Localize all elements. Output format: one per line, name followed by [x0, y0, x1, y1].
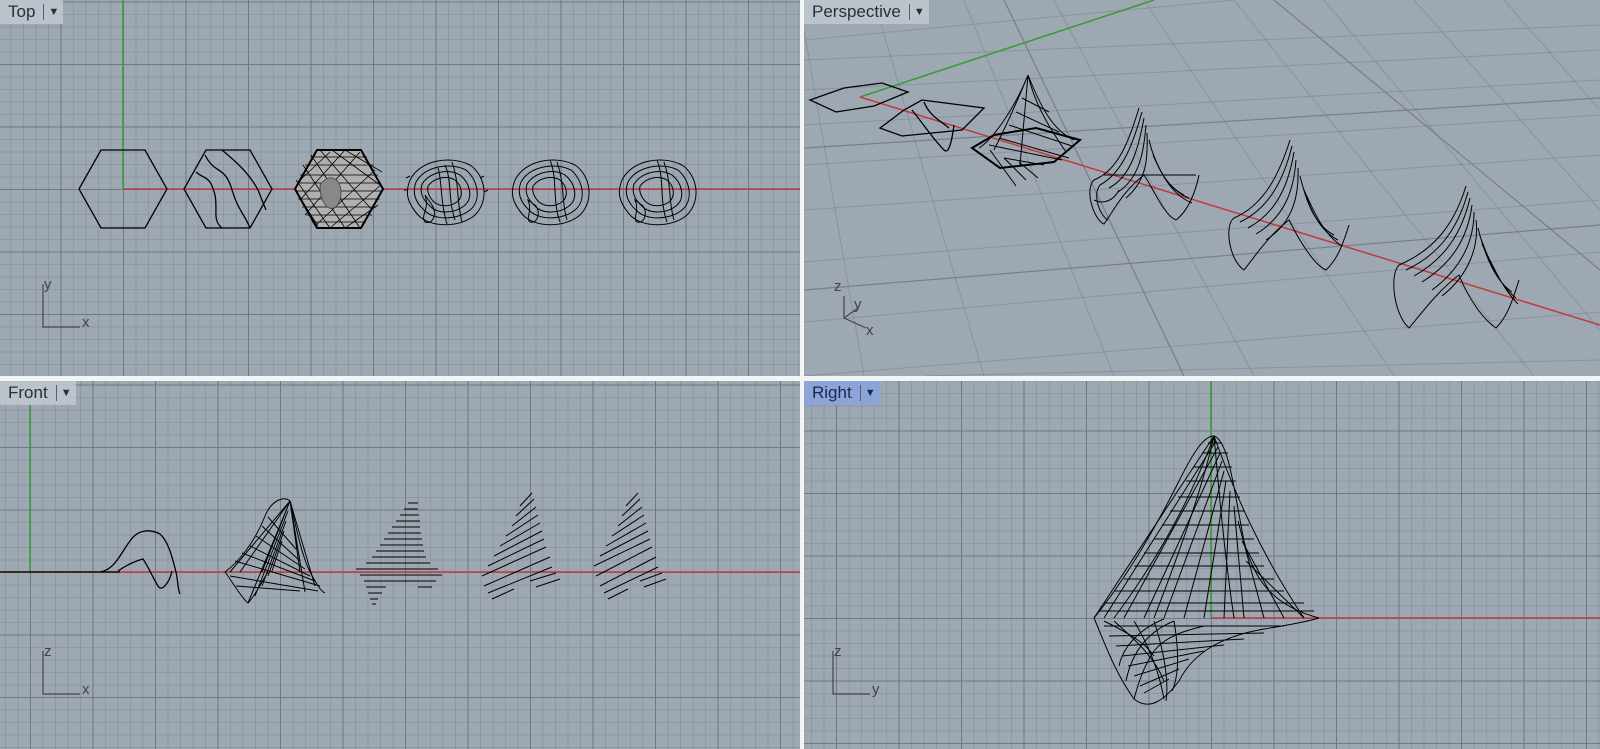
mesh-peak	[970, 74, 1083, 187]
viewport-label: Front	[8, 383, 48, 402]
axis-label-y: y	[44, 276, 52, 293]
front-hatch-3	[593, 492, 667, 600]
viewport-title-front[interactable]: Front ▼	[0, 381, 76, 405]
viewport-title-perspective[interactable]: Perspective ▼	[804, 0, 929, 24]
contour-form-1	[1089, 107, 1200, 225]
contour-pattern-3	[618, 159, 697, 226]
contour-pattern-1	[404, 159, 489, 226]
front-scene	[0, 381, 800, 605]
contour-pattern-2	[511, 159, 590, 226]
viewport-top[interactable]: y x Top ▼	[0, 0, 800, 376]
viewport-perspective[interactable]: z y x Perspective ▼	[804, 0, 1600, 376]
viewport-label: Perspective	[812, 2, 901, 21]
viewport-label: Top	[8, 2, 36, 21]
viewport-title-right[interactable]: Right ▼	[804, 381, 880, 405]
viewport-front[interactable]: z x Front ▼	[0, 381, 800, 749]
viewport-divider-vertical[interactable]	[800, 0, 804, 749]
axis-label-y: y	[872, 681, 880, 698]
viewport-right[interactable]: z y Right ▼	[804, 381, 1600, 749]
chevron-down-icon[interactable]: ▼	[914, 6, 925, 18]
viewport-label: Right	[812, 383, 852, 402]
chevron-down-icon[interactable]: ▼	[48, 6, 59, 18]
perspective-grid	[804, 0, 1600, 376]
front-hatch-1	[356, 502, 442, 605]
axis-label-z: z	[44, 643, 52, 660]
front-hatch-2	[481, 492, 561, 600]
x-axis-line	[859, 96, 1600, 326]
axis-label-z: z	[834, 278, 842, 295]
axis-label-y: y	[854, 296, 862, 313]
chevron-down-icon[interactable]: ▼	[865, 387, 876, 399]
perspective-scene	[804, 0, 1600, 376]
axis-label-x: x	[82, 681, 90, 698]
chevron-down-icon[interactable]: ▼	[61, 387, 72, 399]
hexagon-mesh	[293, 149, 385, 229]
front-curve	[99, 530, 181, 595]
axis-label-x: x	[82, 314, 90, 331]
top-scene	[78, 0, 800, 229]
front-mesh	[224, 498, 326, 604]
right-mesh	[1093, 435, 1320, 705]
viewport-title-top[interactable]: Top ▼	[0, 0, 64, 24]
axis-label-z: z	[834, 643, 842, 660]
axis-label-x: x	[866, 322, 874, 339]
right-scene	[1093, 381, 1600, 705]
